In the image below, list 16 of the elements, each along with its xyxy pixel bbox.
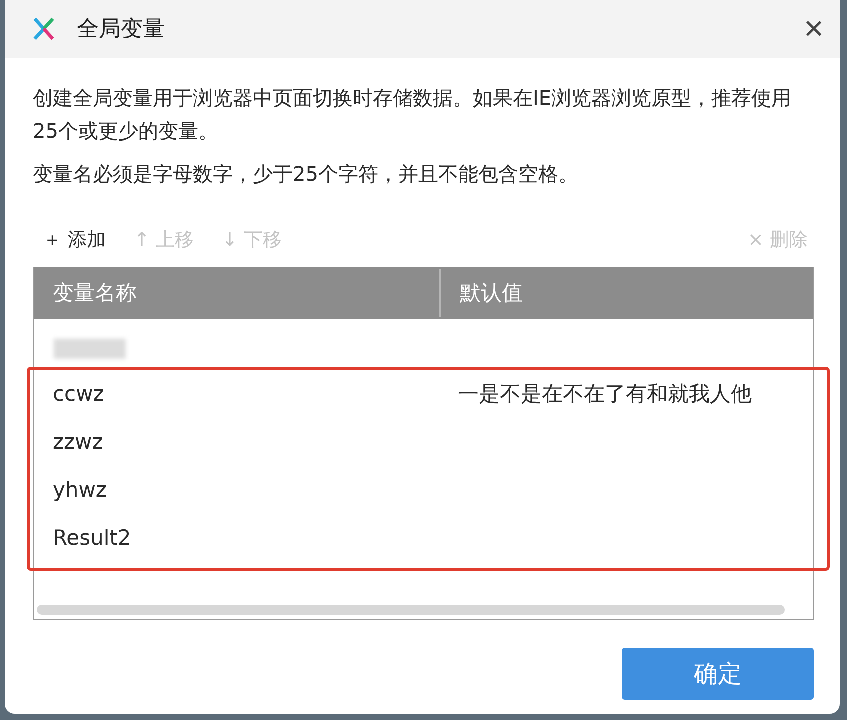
description-text: 变量名必须是字母数字，少于25个字符，并且不能包含空格。 <box>33 161 580 188</box>
confirm-button[interactable]: 确定 <box>622 648 814 700</box>
table-cell-text: Result2 <box>52 526 132 550</box>
column-header: 默认值 <box>439 269 813 317</box>
window-title: 全局变量 <box>77 16 166 44</box>
description-text: 创建全局变量用于浏览器中页面切换时存储数据。如果在IE浏览器浏览原型，推荐使用25个或更少的变量。 <box>33 85 793 145</box>
add-button[interactable]: ＋ 添加 <box>43 227 106 253</box>
column-header: 变量名称 <box>52 280 138 307</box>
table-cell-text: ccwz <box>52 382 106 406</box>
app-logo-icon <box>33 17 55 41</box>
blurred-text <box>54 339 126 359</box>
table-cell-text: 一是不是在不在了有和就我人他 <box>457 381 753 408</box>
scrollbar[interactable] <box>37 605 785 615</box>
table-cell-text: yhwz <box>52 478 108 502</box>
table-cell-text: zzwz <box>52 430 104 454</box>
close-button[interactable]: × <box>800 12 828 46</box>
